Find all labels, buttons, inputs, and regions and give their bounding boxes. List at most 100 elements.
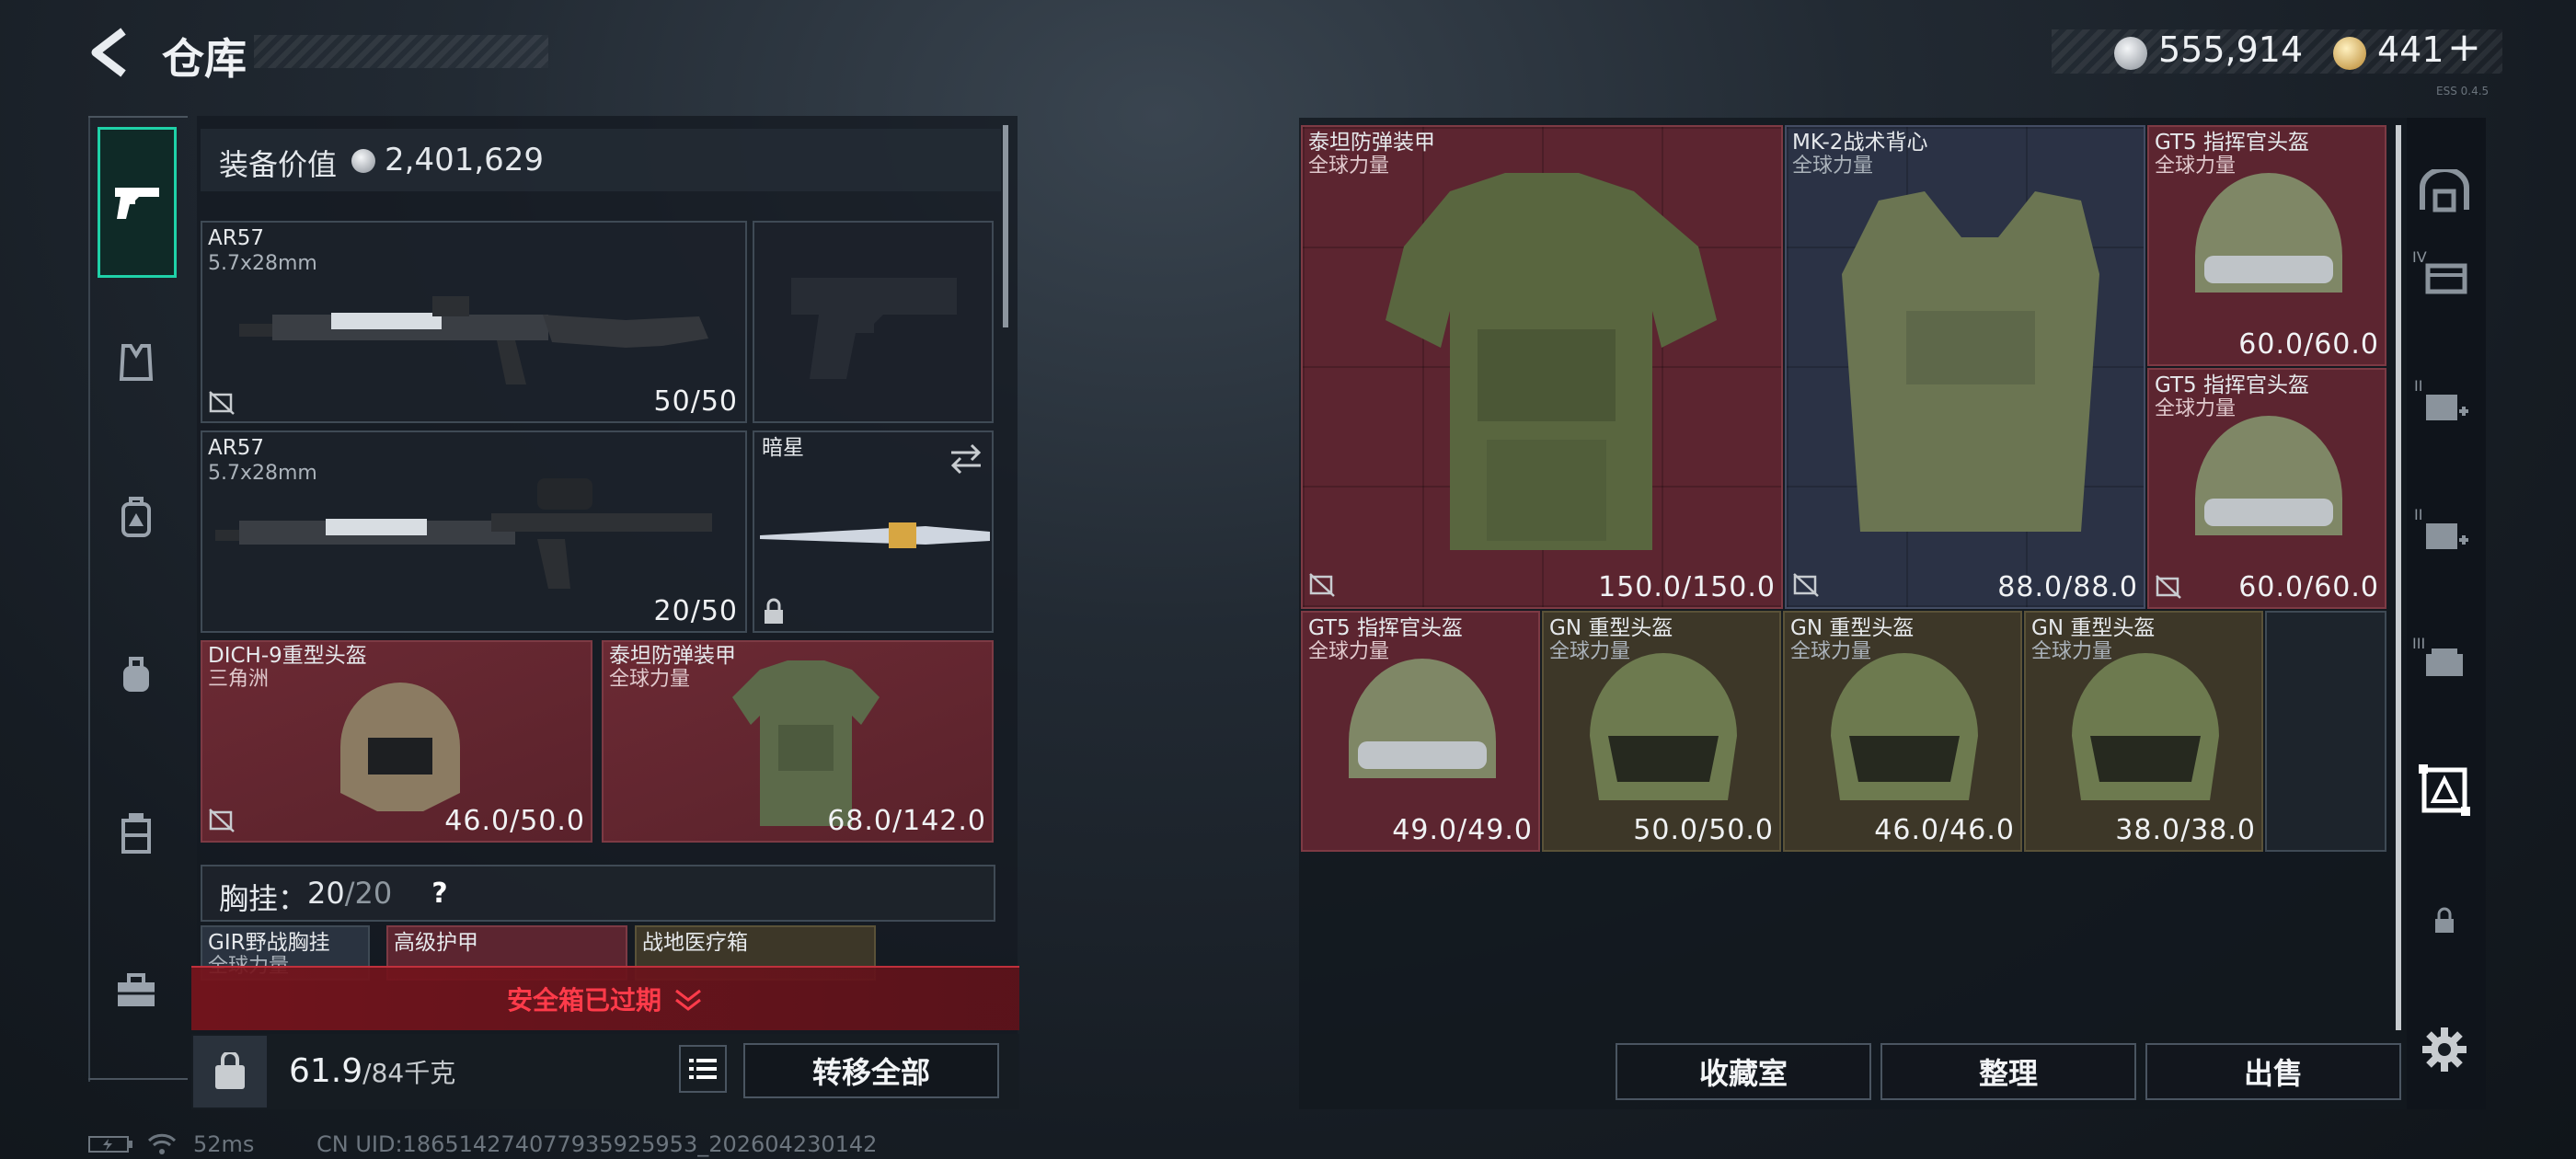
no-insure-icon xyxy=(2156,575,2181,599)
warehouse-icon xyxy=(2420,169,2469,212)
helmet-slot[interactable]: DICH-9重型头盔 三角洲 46.0/50.0 xyxy=(201,640,592,843)
settings-button[interactable] xyxy=(2412,1017,2477,1082)
heavy-helmet-image xyxy=(2072,653,2219,800)
sell-button[interactable]: 出售 xyxy=(2145,1043,2401,1100)
nav-tab-container[interactable] xyxy=(109,806,164,861)
briefcase-icon xyxy=(118,973,155,1006)
helmet-durability: 46.0/50.0 xyxy=(444,805,585,837)
add-box-icon xyxy=(2426,395,2468,420)
melee-slot[interactable]: 暗星 xyxy=(753,430,994,633)
knife-image xyxy=(760,522,990,548)
sort-button[interactable]: 整理 xyxy=(1880,1043,2136,1100)
weapon-slot-secondary[interactable] xyxy=(753,221,994,423)
storage-item[interactable]: GN 重型头盔 全球力量 38.0/38.0 xyxy=(2024,611,2263,852)
crate-icon xyxy=(2426,648,2463,676)
storage-tab-3[interactable]: III xyxy=(2412,629,2477,694)
storage-item[interactable]: GT5 指挥官头盔 全球力量 60.0/60.0 xyxy=(2147,125,2386,366)
weight-icon-box xyxy=(193,1036,267,1107)
equip-value-label: 装备价值 xyxy=(219,147,338,182)
storage-tab-special[interactable] xyxy=(2412,758,2477,822)
weapon-slot-secondary-rifle[interactable]: AR57 5.7x28mm 20/50 xyxy=(201,430,747,633)
loadout-scrollbar[interactable] xyxy=(1003,125,1008,327)
heavy-armor-image xyxy=(1386,173,1717,550)
storage-item[interactable]: GT5 指挥官头盔 全球力量 49.0/49.0 xyxy=(1301,611,1540,852)
weight-max: /84千克 xyxy=(362,1058,456,1088)
storage-tab-locked[interactable] xyxy=(2412,889,2477,953)
storage-tab-4[interactable]: IV xyxy=(2412,243,2477,307)
add-currency-button[interactable]: + xyxy=(2447,24,2481,71)
pistol-placeholder-icon xyxy=(791,278,957,379)
item-name: 泰坦防弹装甲 xyxy=(1308,131,1435,155)
weapon-name: AR57 xyxy=(208,436,264,460)
weight-current: 61.9 xyxy=(289,1052,363,1090)
no-insure-icon xyxy=(1309,573,1335,597)
item-durability: 46.0/46.0 xyxy=(1874,814,2015,846)
storage-tab-main[interactable] xyxy=(2412,160,2477,224)
commander-helmet-image xyxy=(2195,416,2342,535)
currency-silver: 555,914 xyxy=(2158,29,2304,70)
storage-tab-2b[interactable]: II xyxy=(2412,500,2477,565)
weight-icon xyxy=(215,1052,245,1089)
armor-sub: 全球力量 xyxy=(609,668,691,691)
back-button[interactable] xyxy=(85,24,136,81)
pistol-icon xyxy=(115,188,159,219)
page-title: 仓库 xyxy=(162,34,247,84)
backpack-icon xyxy=(121,497,151,537)
nav-tab-armor[interactable] xyxy=(109,335,164,390)
chest-rig-count: 20/20 xyxy=(307,876,392,911)
safebox-expired-text: 安全箱已过期 xyxy=(506,985,661,1016)
storage-tab-2a[interactable]: II xyxy=(2412,372,2477,436)
weapon-name: AR57 xyxy=(208,226,264,250)
melee-name: 暗星 xyxy=(762,436,804,460)
uid-text: CN UID:186514274077935925953_20260423014… xyxy=(316,1131,878,1157)
chest-rig-max: /20 xyxy=(344,876,393,911)
heavy-helmet-image xyxy=(1590,653,1737,800)
lock-icon xyxy=(765,598,783,624)
storage-item[interactable]: GN 重型头盔 全球力量 46.0/46.0 xyxy=(1783,611,2022,852)
item-name: GN 重型头盔 xyxy=(1549,616,1673,640)
tactical-vest-image xyxy=(1842,191,2099,532)
no-insure-icon xyxy=(1793,573,1819,597)
list-view-button[interactable] xyxy=(679,1045,727,1093)
nav-tab-case[interactable] xyxy=(109,964,164,1019)
storage-item[interactable]: 泰坦防弹装甲 全球力量 150.0/150.0 xyxy=(1301,125,1783,609)
title-decoration xyxy=(254,35,548,68)
nav-tab-weapons[interactable] xyxy=(98,127,177,278)
collection-room-button[interactable]: 收藏室 xyxy=(1616,1043,1871,1100)
back-arrow-icon xyxy=(91,28,126,77)
silver-coin-icon xyxy=(2114,37,2147,70)
ping-text: 52ms xyxy=(193,1131,255,1157)
equip-value: 2,401,629 xyxy=(385,142,545,178)
swap-icon[interactable] xyxy=(948,442,984,475)
empty-storage-cell[interactable] xyxy=(2265,611,2386,852)
storage-item[interactable]: GT5 指挥官头盔 全球力量 60.0/60.0 xyxy=(2147,368,2386,609)
weapon-slot-primary[interactable]: AR57 5.7x28mm 50/50 xyxy=(201,221,747,423)
item-durability: 60.0/60.0 xyxy=(2238,328,2379,361)
commander-helmet-image xyxy=(1349,659,1496,778)
storage-item[interactable]: MK-2战术背心 全球力量 88.0/88.0 xyxy=(1785,125,2145,609)
rifle-image xyxy=(215,478,712,589)
add-box-icon xyxy=(2426,523,2468,549)
storage-item[interactable]: GN 重型头盔 全球力量 50.0/50.0 xyxy=(1542,611,1781,852)
currency-gold: 441 xyxy=(2377,29,2444,70)
nav-tab-backpack[interactable] xyxy=(109,489,164,545)
chest-rig-label: 胸挂： xyxy=(219,881,308,916)
safebox-expired-banner[interactable]: 安全箱已过期 xyxy=(191,966,1019,1030)
chest-rig-used: 20 xyxy=(307,876,345,911)
help-icon[interactable]: ? xyxy=(420,874,460,914)
nav-top-line xyxy=(88,116,188,118)
silver-coin-icon xyxy=(351,149,375,173)
item-durability: 49.0/49.0 xyxy=(1392,814,1533,846)
armor-slot[interactable]: 泰坦防弹装甲 全球力量 68.0/142.0 xyxy=(602,640,994,843)
nav-tab-bag[interactable] xyxy=(109,648,164,703)
armor-durability: 68.0/142.0 xyxy=(827,805,986,837)
lock-icon xyxy=(2435,907,2454,933)
battery-icon xyxy=(88,1136,132,1153)
weight-value: 61.9/84千克 xyxy=(289,1052,455,1090)
storage-scrollbar[interactable] xyxy=(2396,125,2401,1030)
weapon-durability: 20/50 xyxy=(653,595,738,627)
rifle-image xyxy=(239,296,708,384)
transfer-all-button[interactable]: 转移全部 xyxy=(743,1043,999,1098)
tab-roman: II xyxy=(2414,377,2423,395)
armor-name: 泰坦防弹装甲 xyxy=(609,644,736,668)
